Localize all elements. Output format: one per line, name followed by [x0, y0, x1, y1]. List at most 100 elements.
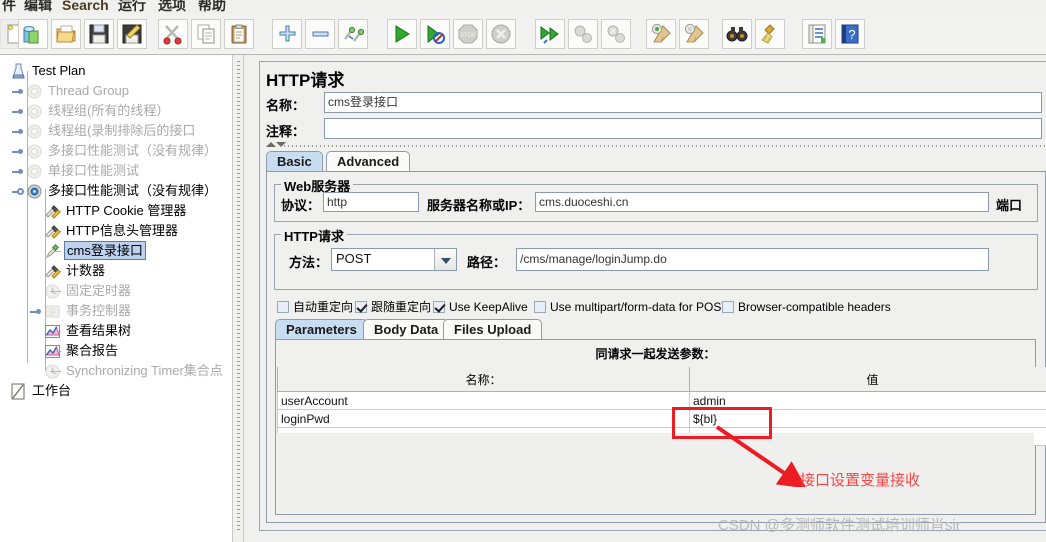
chevron-down-icon[interactable]	[434, 249, 456, 270]
checkbox-box-icon[interactable]	[722, 301, 734, 313]
copy-button[interactable]	[191, 19, 221, 49]
tree-expand-closed-icon[interactable]	[12, 87, 23, 96]
timer-icon	[44, 363, 61, 380]
tab-files-upload[interactable]: Files Upload	[443, 319, 543, 340]
tree-node-label: 线程组(录制排除后的接口	[48, 123, 196, 138]
server-input[interactable]: cms.duoceshi.cn	[535, 192, 989, 212]
checkbox-box-icon[interactable]	[277, 301, 289, 313]
test-plan-tree[interactable]: Test Plan Thread Group 线程组(所有的线程） 线程组(录制排除后…	[0, 55, 232, 401]
menu-item-5[interactable]: 帮助	[198, 0, 226, 14]
cut-button[interactable]	[158, 19, 188, 49]
main-tab-strip[interactable]: Basic Advanced	[266, 151, 1046, 172]
tree-node[interactable]: 工作台	[4, 381, 232, 401]
toggle-button[interactable]	[338, 19, 368, 49]
tree-node[interactable]: 计数器	[4, 261, 232, 281]
templates-button[interactable]	[18, 19, 48, 49]
checkbox-box-icon[interactable]	[534, 301, 546, 313]
paste-button[interactable]	[224, 19, 254, 49]
shutdown-button[interactable]	[486, 19, 516, 49]
tree-node[interactable]: 多接口性能测试（没有规律）	[4, 181, 232, 201]
tree-node[interactable]: Test Plan	[4, 61, 232, 81]
tree-node[interactable]: 多接口性能测试（没有规律）	[4, 141, 232, 161]
menu-item-4[interactable]: 选项	[158, 0, 186, 14]
checkbox-box-icon[interactable]	[355, 301, 367, 313]
table-row[interactable]: userAccount admin	[277, 391, 1046, 410]
templates-icon	[22, 23, 44, 45]
tab-body-data[interactable]: Body Data	[363, 319, 450, 340]
tree-expand-closed-icon[interactable]	[12, 147, 23, 156]
open-folder-icon	[55, 23, 77, 45]
tree-node[interactable]: 线程组(录制排除后的接口	[4, 121, 232, 141]
tree-expand-closed-icon[interactable]	[12, 167, 23, 176]
save-as-button[interactable]	[117, 19, 147, 49]
clear-button[interactable]	[646, 19, 676, 49]
param-value-cell[interactable]: admin	[689, 391, 1046, 410]
collapse-up-arrow-icon[interactable]	[266, 142, 276, 147]
remote-start-all-button[interactable]	[535, 19, 565, 49]
tree-expand-closed-icon[interactable]	[12, 127, 23, 136]
menu-item-1[interactable]: 编辑	[24, 0, 52, 14]
menu-item-2[interactable]: Search	[62, 0, 109, 14]
remote-stop-icon	[572, 23, 594, 45]
panel-split-bar[interactable]	[262, 142, 1046, 149]
checkbox-option-4[interactable]: Browser-compatible headers	[722, 300, 891, 314]
clear-all-button[interactable]	[679, 19, 709, 49]
method-select[interactable]: POST	[331, 248, 457, 271]
collapse-button[interactable]	[305, 19, 335, 49]
table-row[interactable]: loginPwd ${bl}	[277, 409, 1046, 428]
tree-node-label: 聚合报告	[66, 343, 119, 358]
tree-node[interactable]: cms登录接口	[4, 241, 232, 261]
tree-node[interactable]: 查看结果树	[4, 321, 232, 341]
tree-node[interactable]: Thread Group	[4, 81, 232, 101]
tab-basic[interactable]: Basic	[266, 151, 323, 172]
save-button[interactable]	[84, 19, 114, 49]
tree-expand-closed-icon[interactable]	[12, 107, 23, 116]
tree-expand-closed-icon[interactable]	[30, 307, 41, 316]
comment-input[interactable]	[324, 118, 1042, 139]
thread-group-active-icon	[26, 183, 43, 200]
tree-node[interactable]: 聚合报告	[4, 341, 232, 361]
start-no-pauses-button[interactable]	[420, 19, 450, 49]
thread-group-icon	[26, 123, 43, 140]
start-button[interactable]	[387, 19, 417, 49]
column-header-name[interactable]: 名称：	[277, 367, 690, 392]
help-button[interactable]: ?	[835, 19, 865, 49]
config-tools-icon	[44, 223, 61, 240]
checkbox-label: 跟随重定向	[371, 300, 432, 314]
open-button[interactable]	[51, 19, 81, 49]
tree-node[interactable]: 事务控制器	[4, 301, 232, 321]
column-header-value[interactable]: 值	[689, 367, 1046, 392]
expand-button[interactable]	[272, 19, 302, 49]
reset-search-button[interactable]	[755, 19, 785, 49]
tree-node[interactable]: 固定定时器	[4, 281, 232, 301]
checkbox-option-2[interactable]: Use KeepAlive	[433, 300, 528, 314]
param-tab-strip[interactable]: Parameters Body Data Files Upload	[275, 319, 1035, 340]
param-name-cell[interactable]: userAccount	[277, 391, 690, 410]
tab-advanced[interactable]: Advanced	[326, 151, 411, 172]
remote-shutdown-all-button[interactable]	[601, 19, 631, 49]
split-divider[interactable]	[232, 55, 244, 542]
tree-node[interactable]: HTTP信息头管理器	[4, 221, 232, 241]
checkbox-box-icon[interactable]	[433, 301, 445, 313]
thread-group-icon	[26, 143, 43, 160]
checkbox-option-0[interactable]: 自动重定向	[277, 300, 353, 314]
checkbox-option-1[interactable]: 跟随重定向	[355, 300, 431, 314]
tab-parameters[interactable]: Parameters	[275, 319, 368, 340]
remote-stop-all-button[interactable]	[568, 19, 598, 49]
menu-item-3[interactable]: 运行	[118, 0, 146, 14]
path-input[interactable]: /cms/manage/loginJump.do	[516, 248, 989, 271]
checkbox-option-3[interactable]: Use multipart/form-data for POST	[534, 300, 729, 314]
search-button[interactable]	[722, 19, 752, 49]
param-name-cell[interactable]: loginPwd	[277, 409, 690, 428]
tree-node[interactable]: 线程组(所有的线程）	[4, 101, 232, 121]
protocol-input[interactable]: http	[323, 192, 419, 212]
menu-item-0[interactable]: 件	[2, 0, 16, 14]
tree-node[interactable]: 单接口性能测试	[4, 161, 232, 181]
checkbox-label: Use KeepAlive	[449, 300, 528, 314]
name-input[interactable]: cms登录接口	[324, 92, 1042, 113]
tree-node[interactable]: Synchronizing Timer集合点	[4, 361, 232, 381]
function-helper-button[interactable]	[802, 19, 832, 49]
tree-node[interactable]: HTTP Cookie 管理器	[4, 201, 232, 221]
tree-expand-open-icon[interactable]	[12, 187, 24, 196]
stop-button[interactable]: STOP	[453, 19, 483, 49]
